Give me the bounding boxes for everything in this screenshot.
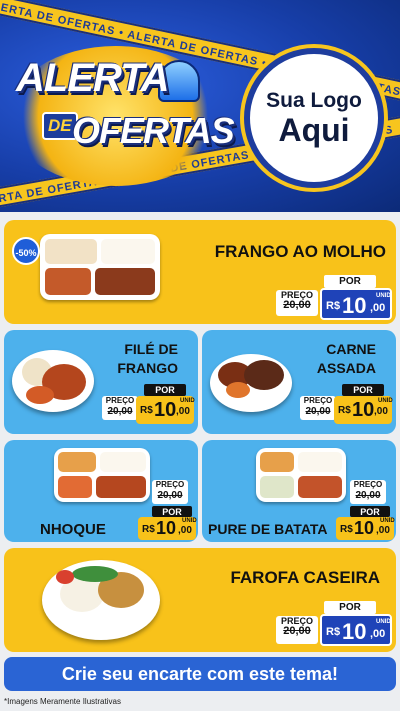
product-card-frango-ao-molho[interactable]: FRANGO AO MOLHO POR PREÇO 20,00 R$ 10 ,0… [4,220,396,324]
logo-text-line1: Sua Logo [266,89,362,112]
title-alerta: ALERTA [16,56,170,100]
product-name: PURE DE BATATA [208,521,328,537]
old-price: PREÇO 20,00 [350,480,386,504]
old-price: PREÇO 20,00 [300,396,336,420]
title-ofertas: OFERTAS [72,110,235,151]
current-price: R$ 10 ,00 UNID [136,396,195,424]
por-label: POR [350,506,390,517]
por-label: POR [324,275,376,288]
current-price: R$ 10 ,00 UNID [320,288,392,320]
old-price: PREÇO 20,00 [102,396,138,420]
current-price: R$ 10 ,00 UNID [320,614,392,646]
current-price: R$ 10 ,00 UNID [336,517,395,540]
current-price: R$ 10 ,00 UNID [334,396,393,424]
old-price: PREÇO 20,00 [276,290,318,316]
product-card-file-de-frango[interactable]: FILÉ DE FRANGO POR PREÇO 20,00 R$ 10 ,00… [4,330,198,434]
por-label: POR [152,506,192,517]
meal-bowl-image [12,350,94,412]
meal-tray-image [40,234,160,300]
product-name: FAROFA CASEIRA [230,568,380,587]
product-name: NHOQUE [40,521,106,538]
old-price: PREÇO 20,00 [276,616,318,644]
por-label: POR [324,601,376,614]
por-label: POR [342,384,384,396]
product-card-pure-de-batata[interactable]: PURE DE BATATA PREÇO 20,00 POR R$ 10 ,00… [202,440,396,542]
product-card-carne-assada[interactable]: CARNE ASSADA POR PREÇO 20,00 R$ 10 ,00 U… [202,330,396,434]
product-card-nhoque[interactable]: NHOQUE PREÇO 20,00 POR R$ 10 ,00 UNID [4,440,198,542]
old-price: PREÇO 20,00 [152,480,188,504]
logo-placeholder[interactable]: Sua Logo Aqui [244,48,384,188]
product-card-farofa-caseira[interactable]: FAROFA CASEIRA POR PREÇO 20,00 R$ 10 ,00… [4,548,396,652]
meal-bowl-image [42,560,160,640]
meal-bowl-image [210,354,292,412]
product-name: FRANGO AO MOLHO [214,242,386,261]
meal-tray-image [256,448,346,502]
alerta-de-ofertas-title: ALERTA DE OFERTAS [8,46,235,186]
product-name: CARNE ASSADA [316,341,376,376]
footnote: *Imagens Meramente Ilustrativas [4,697,121,706]
logo-text-line2: Aqui [278,112,350,148]
product-name: FILÉ DE FRANGO [117,341,178,376]
create-flyer-button[interactable]: Crie seu encarte com este tema! [4,657,396,691]
meal-tray-image [54,448,150,502]
current-price: R$ 10 ,00 UNID [138,517,197,540]
por-label: POR [144,384,186,396]
header-banner: ALERTA DE OFERTAS • ALERTA DE OFERTAS • … [0,0,400,212]
discount-badge: -50% [12,237,40,265]
